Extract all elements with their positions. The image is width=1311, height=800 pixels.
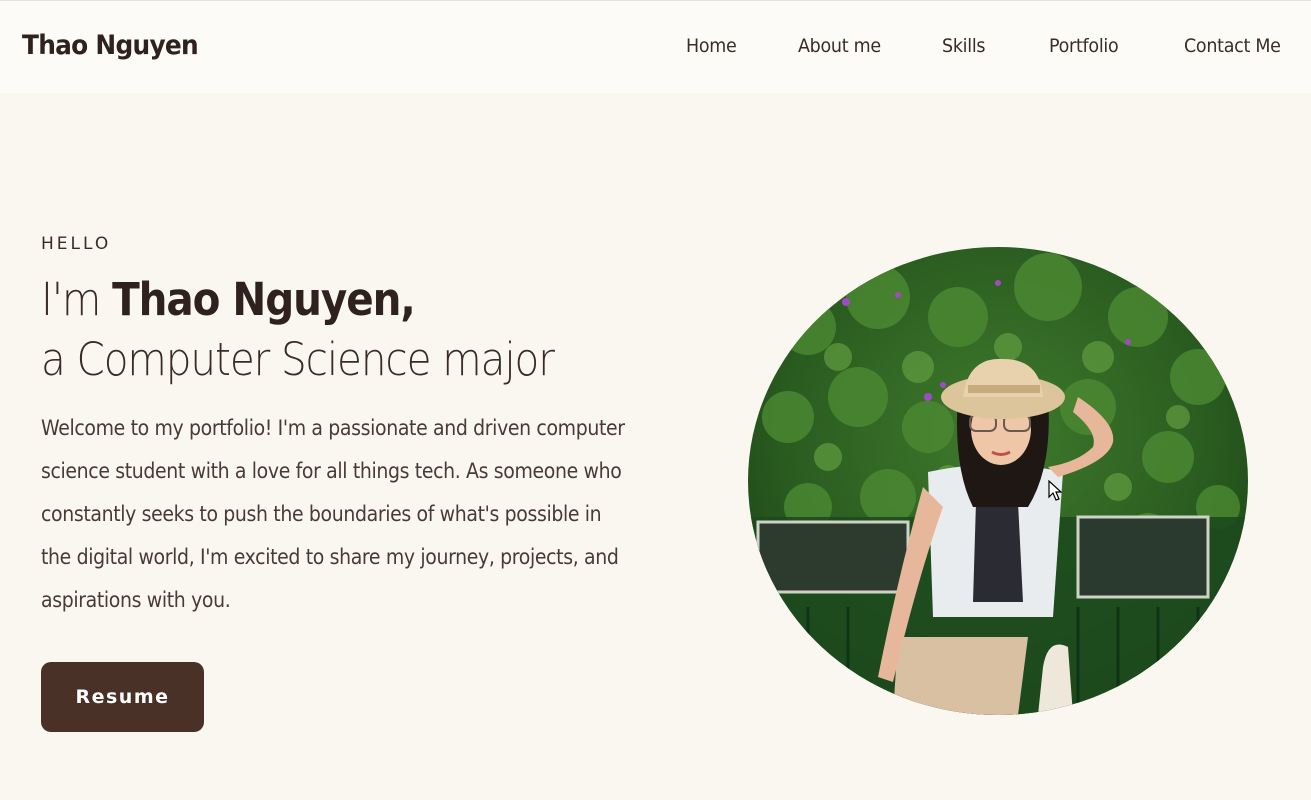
profile-photo bbox=[748, 247, 1248, 715]
nav-home[interactable]: Home bbox=[686, 35, 737, 57]
hero-headline: I'm Thao Nguyen, a Computer Science majo… bbox=[41, 270, 555, 390]
site-header: Thao Nguyen Home About me Skills Portfol… bbox=[0, 0, 1311, 93]
nav-portfolio[interactable]: Portfolio bbox=[1049, 35, 1119, 57]
greeting-prefix: I'm bbox=[41, 273, 113, 326]
hero-name: Thao Nguyen, bbox=[112, 273, 416, 326]
mouse-pointer-icon bbox=[1048, 480, 1063, 501]
hero-eyebrow: HELLO bbox=[41, 234, 112, 254]
nav-contact-me[interactable]: Contact Me bbox=[1184, 35, 1281, 57]
profile-photo-illustration bbox=[748, 247, 1248, 715]
resume-button[interactable]: Resume bbox=[41, 662, 204, 732]
hero-intro: Welcome to my portfolio! I'm a passionat… bbox=[41, 416, 625, 612]
nav-about-me[interactable]: About me bbox=[798, 35, 881, 57]
site-brand[interactable]: Thao Nguyen bbox=[22, 30, 199, 61]
hero-role: a Computer Science major bbox=[41, 333, 555, 386]
nav-skills[interactable]: Skills bbox=[942, 35, 986, 57]
